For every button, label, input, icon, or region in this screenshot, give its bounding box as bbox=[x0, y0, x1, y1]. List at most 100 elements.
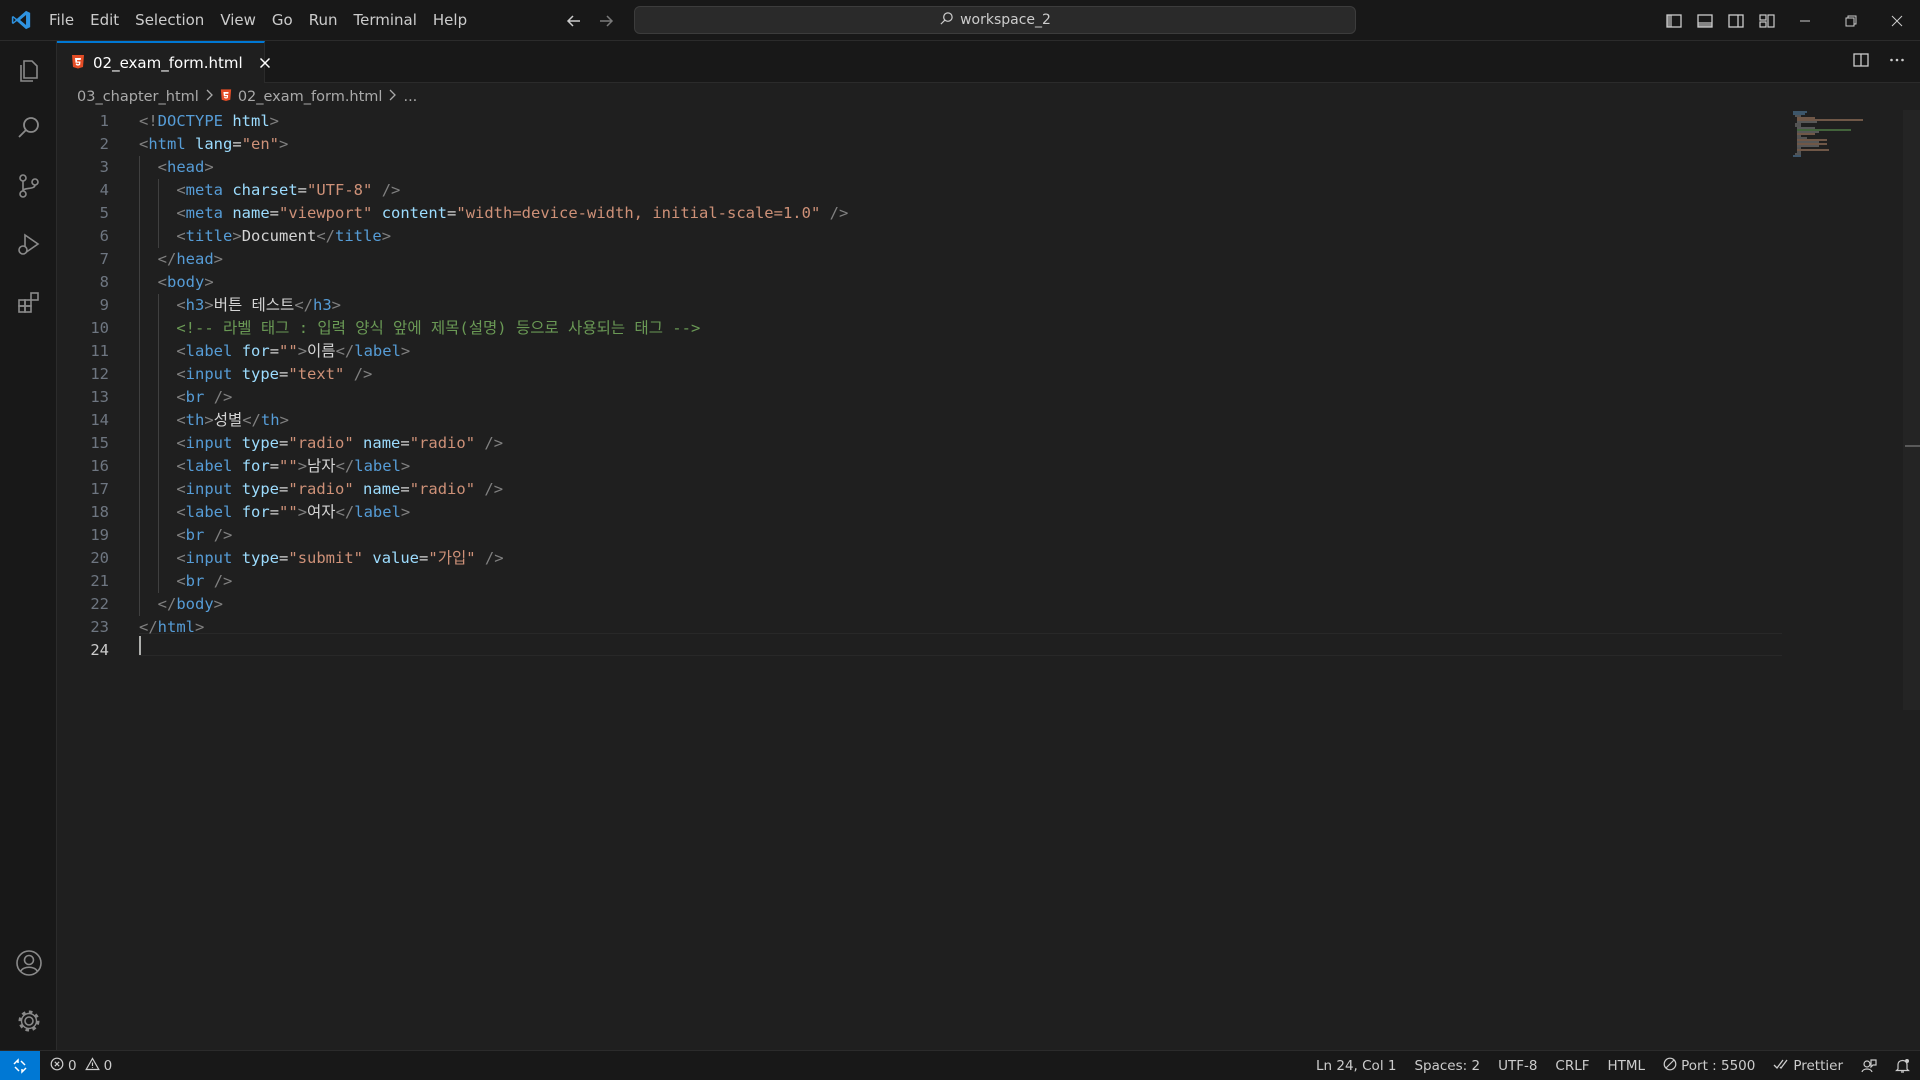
settings-gear-icon[interactable] bbox=[0, 992, 57, 1050]
code-token: < bbox=[176, 296, 186, 314]
code-token: h3 bbox=[185, 296, 205, 314]
code-token: 성별 bbox=[213, 411, 243, 429]
customize-layout-icon[interactable] bbox=[1751, 0, 1782, 41]
forward-arrow-icon[interactable] bbox=[597, 12, 615, 30]
code-token: > bbox=[232, 227, 242, 245]
code-line: 12 <input type="text" /> bbox=[57, 363, 1782, 386]
code-token: = bbox=[269, 503, 280, 521]
code-token: "" bbox=[279, 457, 298, 475]
search-view-icon[interactable] bbox=[0, 99, 57, 157]
code-token: 이름 bbox=[307, 342, 336, 360]
indentation[interactable]: Spaces: 2 bbox=[1414, 1058, 1480, 1074]
code-token: name bbox=[363, 434, 401, 452]
extensions-icon[interactable] bbox=[0, 273, 57, 331]
problems-indicator[interactable]: 0 0 bbox=[40, 1056, 112, 1075]
line-code: <label for="">이름</label> bbox=[139, 340, 410, 363]
line-number: 6 bbox=[99, 227, 109, 245]
source-control-icon[interactable] bbox=[0, 157, 57, 215]
language-mode[interactable]: HTML bbox=[1608, 1058, 1646, 1074]
menu-selection[interactable]: Selection bbox=[127, 0, 212, 41]
close-window-icon[interactable] bbox=[1874, 0, 1920, 41]
code-token: name bbox=[363, 480, 401, 498]
code-token: 여자 bbox=[307, 503, 336, 521]
menu-help[interactable]: Help bbox=[425, 0, 475, 41]
back-arrow-icon[interactable] bbox=[565, 12, 583, 30]
breadcrumb-file[interactable]: 02_exam_form.html bbox=[238, 89, 383, 105]
line-number: 5 bbox=[99, 204, 109, 222]
code-token: < bbox=[176, 549, 186, 567]
code-token: Document bbox=[241, 227, 317, 245]
code-token: = bbox=[419, 549, 429, 567]
run-debug-icon[interactable] bbox=[0, 215, 57, 273]
menu-go[interactable]: Go bbox=[264, 0, 301, 41]
code-token: name bbox=[232, 204, 270, 222]
code-line: 10 <!-- 라벨 태그 : 입력 양식 앞에 제목(설명) 등으로 사용되는… bbox=[57, 317, 1782, 340]
scrollbar-cursor-marker bbox=[1905, 445, 1920, 447]
more-actions-icon[interactable] bbox=[1888, 51, 1906, 73]
line-number: 16 bbox=[90, 457, 109, 475]
code-line: 13 <br /> bbox=[57, 386, 1782, 409]
code-token: > bbox=[297, 457, 308, 475]
live-server-port[interactable]: Port : 5500 bbox=[1663, 1057, 1755, 1075]
line-code: </head> bbox=[139, 248, 223, 271]
toggle-primary-sidebar-icon[interactable] bbox=[1658, 0, 1689, 41]
menu-run[interactable]: Run bbox=[301, 0, 346, 41]
breadcrumb-folder[interactable]: 03_chapter_html bbox=[77, 89, 199, 105]
restore-icon[interactable] bbox=[1828, 0, 1874, 41]
double-check-icon bbox=[1773, 1057, 1789, 1075]
menu-file[interactable]: File bbox=[41, 0, 82, 41]
code-token: /> bbox=[484, 480, 504, 498]
menu-view[interactable]: View bbox=[212, 0, 264, 41]
error-count: 0 bbox=[68, 1057, 77, 1074]
minimize-icon[interactable] bbox=[1782, 0, 1828, 41]
vertical-scrollbar[interactable] bbox=[1903, 110, 1920, 710]
tab-02-exam-form[interactable]: 02_exam_form.html bbox=[57, 41, 270, 83]
toggle-panel-icon[interactable] bbox=[1689, 0, 1720, 41]
code-token: > bbox=[331, 296, 342, 314]
remote-indicator-icon[interactable] bbox=[0, 1050, 40, 1080]
menu-edit[interactable]: Edit bbox=[82, 0, 127, 41]
html5-file-icon bbox=[71, 54, 85, 73]
line-code: <body> bbox=[139, 271, 214, 294]
line-code: <input type="submit" value="가입" /> bbox=[139, 547, 503, 570]
code-token: "radio" bbox=[409, 434, 476, 452]
command-center-search[interactable]: workspace_2 bbox=[634, 6, 1356, 34]
code-token: > bbox=[204, 296, 214, 314]
feedback-icon[interactable] bbox=[1861, 1058, 1877, 1074]
workspace-name: workspace_2 bbox=[960, 12, 1051, 28]
explorer-icon[interactable] bbox=[0, 41, 57, 99]
code-token: label bbox=[354, 342, 401, 360]
code-token: label bbox=[354, 503, 401, 521]
code-token: br bbox=[185, 526, 205, 544]
code-token: DOCTYPE bbox=[157, 112, 223, 130]
line-number: 12 bbox=[90, 365, 109, 383]
line-number: 11 bbox=[90, 342, 109, 360]
encoding[interactable]: UTF-8 bbox=[1498, 1058, 1537, 1074]
code-token: > bbox=[269, 112, 280, 130]
minimap[interactable] bbox=[1793, 110, 1873, 162]
navigation-arrows bbox=[565, 0, 615, 41]
prettier-status[interactable]: Prettier bbox=[1773, 1057, 1843, 1075]
line-code: <meta charset="UTF-8" /> bbox=[139, 179, 400, 202]
end-of-line[interactable]: CRLF bbox=[1555, 1058, 1589, 1074]
code-token: title bbox=[185, 227, 233, 245]
code-token: for bbox=[241, 342, 270, 360]
code-token: > bbox=[297, 342, 308, 360]
toggle-secondary-sidebar-icon[interactable] bbox=[1720, 0, 1751, 41]
breadcrumb-symbol[interactable]: ... bbox=[403, 89, 417, 105]
close-tab-icon[interactable] bbox=[259, 55, 271, 71]
code-token: "submit" bbox=[288, 549, 364, 567]
split-editor-icon[interactable] bbox=[1852, 51, 1870, 73]
code-editor[interactable]: 1 <!DOCTYPE html> 2 <html lang="en"> 3 <head… bbox=[57, 110, 1920, 1050]
accounts-icon[interactable] bbox=[0, 934, 57, 992]
code-token: < bbox=[176, 227, 186, 245]
code-token: br bbox=[185, 572, 205, 590]
menu-terminal[interactable]: Terminal bbox=[346, 0, 425, 41]
cursor-position[interactable]: Ln 24, Col 1 bbox=[1316, 1058, 1396, 1074]
notifications-bell-icon[interactable] bbox=[1895, 1058, 1910, 1074]
